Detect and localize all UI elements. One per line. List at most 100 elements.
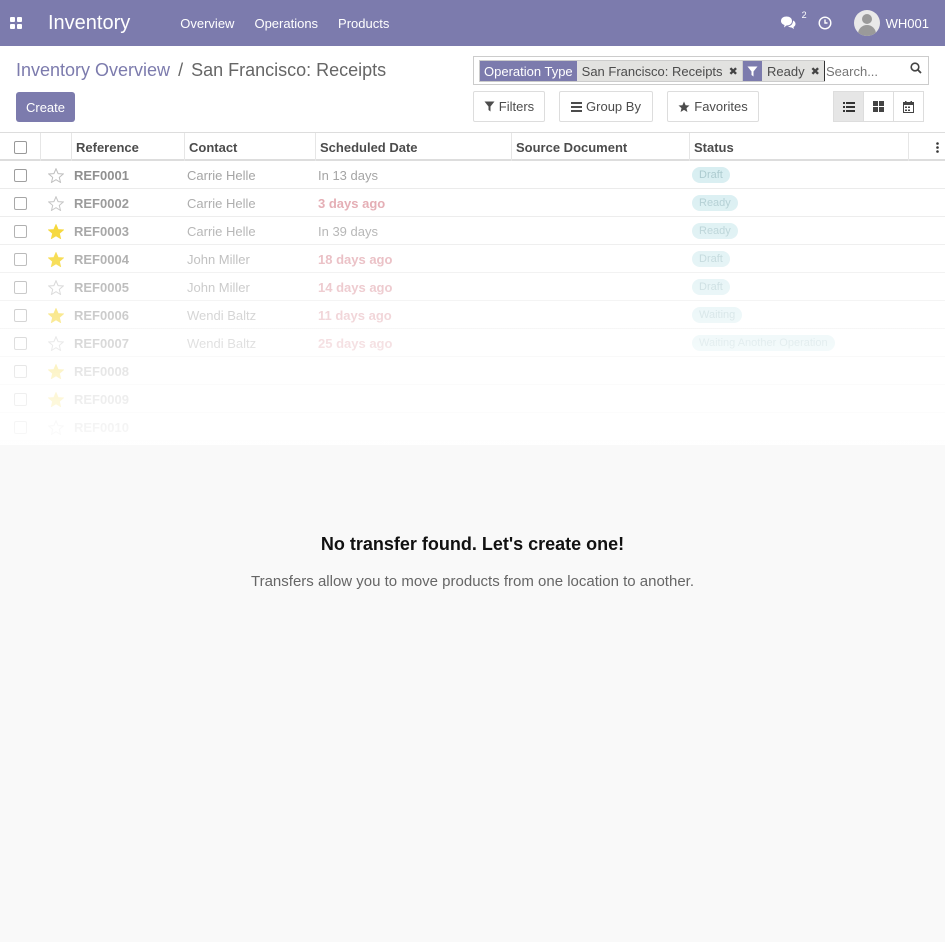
list-view-icon[interactable]: [833, 91, 864, 122]
breadcrumb: Inventory Overview / San Francisco: Rece…: [16, 60, 386, 81]
table-row[interactable]: REF0008: [0, 357, 945, 385]
cell-source-document: [511, 301, 689, 329]
header-status[interactable]: Status: [689, 133, 908, 161]
priority-star-icon[interactable]: [40, 329, 71, 357]
table-row[interactable]: REF0001 Carrie Helle In 13 days Draft: [0, 161, 945, 189]
facet-value-text: San Francisco: Receipts: [581, 63, 723, 79]
table-row[interactable]: REF0005 John Miller 14 days ago Draft: [0, 273, 945, 301]
status-badge: Ready: [692, 223, 738, 239]
row-checkbox[interactable]: [0, 357, 40, 385]
cell-reference: REF0006: [74, 307, 129, 323]
row-checkbox[interactable]: [0, 245, 40, 273]
breadcrumb-parent[interactable]: Inventory Overview: [16, 60, 170, 81]
top-navbar: Inventory Overview Operations Products 2…: [0, 0, 945, 46]
cell-contact: Wendi Baltz: [187, 335, 257, 351]
cell-scheduled-date: 25 days ago: [318, 335, 393, 351]
favorites-button[interactable]: Favorites: [667, 91, 759, 122]
priority-star-icon[interactable]: [40, 161, 71, 189]
row-checkbox[interactable]: [0, 189, 40, 217]
messages-button[interactable]: 2: [780, 10, 807, 30]
menu-products[interactable]: Products: [338, 16, 389, 31]
priority-star-icon[interactable]: [40, 357, 71, 385]
select-all-checkbox[interactable]: [0, 133, 40, 161]
facet-value: San Francisco: Receipts ✖: [576, 61, 742, 81]
table-row[interactable]: REF0009: [0, 385, 945, 413]
status-badge: Ready: [692, 195, 738, 211]
optional-columns-icon[interactable]: [908, 133, 945, 161]
row-checkbox[interactable]: [0, 161, 40, 189]
clock-icon: [818, 16, 832, 30]
row-checkbox[interactable]: [0, 301, 40, 329]
cell-scheduled-date: In 39 days: [318, 223, 378, 239]
table-row[interactable]: REF0010: [0, 413, 945, 441]
header-contact[interactable]: Contact: [184, 133, 315, 161]
table-row[interactable]: REF0003 Carrie Helle In 39 days Ready: [0, 217, 945, 245]
priority-star-icon[interactable]: [40, 385, 71, 413]
transfers-list: Reference Contact Scheduled Date Source …: [0, 133, 945, 441]
cell-reference: REF0002: [74, 195, 129, 211]
cell-scheduled-date: [315, 385, 511, 413]
header-source-document[interactable]: Source Document: [511, 133, 689, 161]
cell-reference: REF0010: [74, 419, 129, 435]
search-input[interactable]: [824, 61, 902, 81]
row-checkbox[interactable]: [0, 217, 40, 245]
priority-star-icon[interactable]: [40, 217, 71, 245]
priority-star-icon[interactable]: [40, 189, 71, 217]
facet-remove-icon[interactable]: ✖: [729, 65, 738, 78]
priority-star-icon[interactable]: [40, 245, 71, 273]
priority-star-icon[interactable]: [40, 273, 71, 301]
cell-scheduled-date: [315, 413, 511, 441]
cell-scheduled-date: In 13 days: [318, 167, 378, 183]
search-icon[interactable]: [910, 62, 922, 77]
row-checkbox[interactable]: [0, 413, 40, 441]
messages-count: 2: [801, 10, 807, 20]
apps-menu-icon[interactable]: [0, 0, 32, 46]
app-title[interactable]: Inventory: [48, 12, 130, 35]
menu-overview[interactable]: Overview: [180, 16, 234, 31]
facet-category: Operation Type: [480, 61, 577, 81]
facet-value-text: Ready: [767, 63, 805, 79]
table-row[interactable]: REF0004 John Miller 18 days ago Draft: [0, 245, 945, 273]
facet-value: Ready ✖: [762, 61, 824, 81]
star-icon: [678, 101, 690, 112]
create-button[interactable]: Create: [16, 92, 75, 122]
row-checkbox[interactable]: [0, 329, 40, 357]
cell-reference: REF0009: [74, 391, 129, 407]
table-row[interactable]: REF0007 Wendi Baltz 25 days ago Waiting …: [0, 329, 945, 357]
header-scheduled-date[interactable]: Scheduled Date: [315, 133, 511, 161]
cell-status: [689, 357, 908, 385]
table-header: Reference Contact Scheduled Date Source …: [0, 133, 945, 161]
cell-reference: REF0003: [74, 223, 129, 239]
cell-source-document: [511, 245, 689, 273]
kanban-view-icon[interactable]: [863, 91, 894, 122]
cell-status: [689, 413, 908, 441]
calendar-view-icon[interactable]: [893, 91, 924, 122]
header-reference[interactable]: Reference: [71, 133, 184, 161]
group-by-label: Group By: [586, 99, 641, 114]
user-name[interactable]: WH001: [886, 16, 929, 31]
avatar[interactable]: [853, 10, 880, 36]
filters-button[interactable]: Filters: [473, 91, 545, 122]
cell-contact: Wendi Baltz: [187, 307, 257, 323]
cell-contact: Carrie Helle: [187, 223, 256, 239]
cell-status: Draft: [689, 245, 908, 273]
cell-contact: John Miller: [187, 279, 250, 295]
cell-scheduled-date: 18 days ago: [318, 251, 393, 267]
table-row[interactable]: REF0002 Carrie Helle 3 days ago Ready: [0, 189, 945, 217]
status-badge: Waiting Another Operation: [692, 335, 835, 351]
row-checkbox[interactable]: [0, 385, 40, 413]
facet-remove-icon[interactable]: ✖: [811, 65, 820, 78]
cell-contact: Carrie Helle: [187, 195, 256, 211]
menu-operations[interactable]: Operations: [254, 16, 318, 31]
row-checkbox[interactable]: [0, 273, 40, 301]
search-bar[interactable]: Operation Type San Francisco: Receipts ✖…: [473, 56, 929, 85]
cell-source-document: [511, 385, 689, 413]
breadcrumb-current: San Francisco: Receipts: [191, 60, 387, 80]
table-body: REF0001 Carrie Helle In 13 days Draft RE…: [0, 161, 945, 441]
table-row[interactable]: REF0006 Wendi Baltz 11 days ago Waiting: [0, 301, 945, 329]
priority-star-icon[interactable]: [40, 413, 71, 441]
activities-button[interactable]: [818, 16, 832, 30]
priority-star-icon[interactable]: [40, 301, 71, 329]
cell-contact: [184, 357, 315, 385]
group-by-button[interactable]: Group By: [559, 91, 653, 122]
